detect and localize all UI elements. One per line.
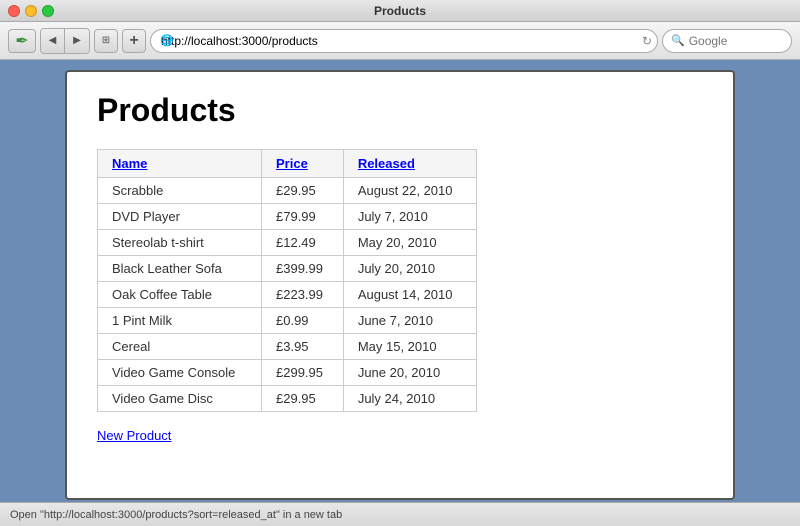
status-text: Open "http://localhost:3000/products?sor…: [10, 509, 342, 521]
product-price: £12.49: [262, 230, 344, 256]
maximize-button[interactable]: [42, 5, 54, 17]
product-name: Stereolab t-shirt: [98, 230, 262, 256]
product-price: £29.95: [262, 178, 344, 204]
product-released: June 7, 2010: [343, 308, 476, 334]
product-released: July 20, 2010: [343, 256, 476, 282]
product-price: £0.99: [262, 308, 344, 334]
bookmarks-icon: ⊞: [102, 35, 110, 46]
product-name: 1 Pint Milk: [98, 308, 262, 334]
evernote-icon: ✒: [15, 31, 28, 51]
url-input[interactable]: [150, 29, 658, 53]
table-row: Cereal£3.95May 15, 2010: [98, 334, 477, 360]
product-released: August 22, 2010: [343, 178, 476, 204]
title-bar: Products: [0, 0, 800, 22]
product-name: DVD Player: [98, 204, 262, 230]
col-header-released: Released: [343, 150, 476, 178]
forward-button[interactable]: ▶: [65, 29, 89, 53]
table-row: Black Leather Sofa£399.99July 20, 2010: [98, 256, 477, 282]
product-name: Scrabble: [98, 178, 262, 204]
window-title: Products: [374, 4, 426, 18]
table-header-row: Name Price Released: [98, 150, 477, 178]
back-button[interactable]: ◀: [41, 29, 65, 53]
product-name: Video Game Console: [98, 360, 262, 386]
search-input[interactable]: [689, 34, 769, 48]
product-released: May 15, 2010: [343, 334, 476, 360]
refresh-button[interactable]: ↻: [642, 34, 652, 48]
page-title: Products: [97, 92, 703, 129]
traffic-lights: [8, 5, 54, 17]
table-row: Scrabble£29.95August 22, 2010: [98, 178, 477, 204]
forward-icon: ▶: [73, 35, 81, 46]
product-price: £79.99: [262, 204, 344, 230]
name-sort-link[interactable]: Name: [112, 156, 147, 171]
table-row: 1 Pint Milk£0.99June 7, 2010: [98, 308, 477, 334]
content-area: Products Name Price Released Scrabble£29…: [0, 60, 800, 502]
table-row: DVD Player£79.99July 7, 2010: [98, 204, 477, 230]
product-released: July 24, 2010: [343, 386, 476, 412]
nav-buttons: ◀ ▶: [40, 28, 90, 54]
table-row: Video Game Disc£29.95July 24, 2010: [98, 386, 477, 412]
col-header-price: Price: [262, 150, 344, 178]
product-name: Oak Coffee Table: [98, 282, 262, 308]
product-released: May 20, 2010: [343, 230, 476, 256]
price-sort-link[interactable]: Price: [276, 156, 308, 171]
product-name: Cereal: [98, 334, 262, 360]
minimize-button[interactable]: [25, 5, 37, 17]
product-name: Black Leather Sofa: [98, 256, 262, 282]
product-released: July 7, 2010: [343, 204, 476, 230]
table-row: Stereolab t-shirt£12.49May 20, 2010: [98, 230, 477, 256]
evernote-button[interactable]: ✒: [8, 29, 36, 53]
released-sort-link[interactable]: Released: [358, 156, 415, 171]
add-tab-button[interactable]: +: [122, 29, 146, 53]
products-table: Name Price Released Scrabble£29.95August…: [97, 149, 477, 412]
bookmarks-button[interactable]: ⊞: [94, 29, 118, 53]
url-bar-container: 🌐 ↻: [150, 29, 658, 53]
url-globe-icon: 🌐: [160, 34, 174, 47]
table-row: Oak Coffee Table£223.99August 14, 2010: [98, 282, 477, 308]
product-price: £223.99: [262, 282, 344, 308]
product-price: £3.95: [262, 334, 344, 360]
product-released: August 14, 2010: [343, 282, 476, 308]
browser-content: Products Name Price Released Scrabble£29…: [65, 70, 735, 500]
product-released: June 20, 2010: [343, 360, 476, 386]
product-price: £29.95: [262, 386, 344, 412]
table-row: Video Game Console£299.95June 20, 2010: [98, 360, 477, 386]
search-container: 🔍: [662, 29, 792, 53]
product-price: £299.95: [262, 360, 344, 386]
search-icon: 🔍: [671, 34, 685, 47]
table-body: Scrabble£29.95August 22, 2010DVD Player£…: [98, 178, 477, 412]
new-product-link[interactable]: New Product: [97, 428, 171, 443]
close-button[interactable]: [8, 5, 20, 17]
toolbar: ✒ ◀ ▶ ⊞ + 🌐 ↻ 🔍: [0, 22, 800, 60]
add-icon: +: [129, 32, 138, 50]
product-price: £399.99: [262, 256, 344, 282]
back-icon: ◀: [49, 35, 57, 46]
product-name: Video Game Disc: [98, 386, 262, 412]
status-bar: Open "http://localhost:3000/products?sor…: [0, 502, 800, 526]
col-header-name: Name: [98, 150, 262, 178]
